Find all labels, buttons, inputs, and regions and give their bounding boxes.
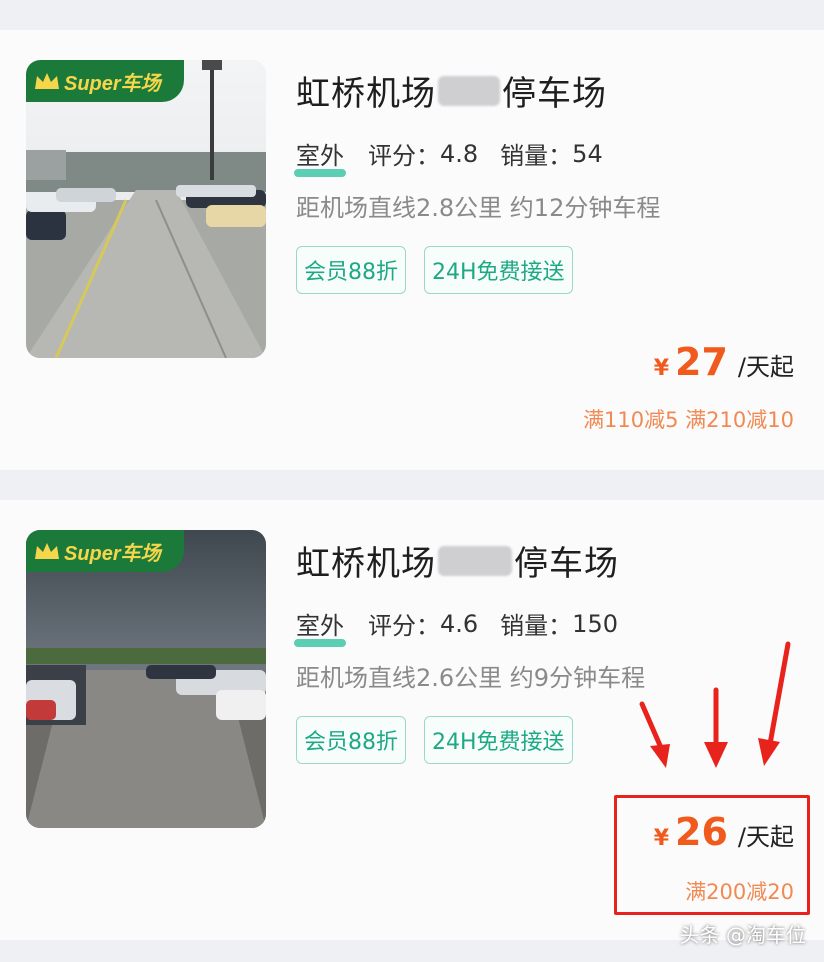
badge-label: Super车场 xyxy=(64,542,161,565)
tag-list: 会员88折 24H免费接送 xyxy=(296,246,573,294)
lot-type: 室外 xyxy=(294,606,346,647)
price-highlight-box xyxy=(614,795,810,915)
super-lot-badge: Super车场 xyxy=(26,60,184,102)
red-arrow-icon xyxy=(704,687,728,768)
listing-card-1[interactable]: Super车场 虹桥机场 停车场 室外 评分： 4.8 销量： 54 距机场直线… xyxy=(0,30,824,470)
discount-info: 满110减5 满210减10 xyxy=(583,408,794,432)
title-prefix: 虹桥机场 xyxy=(296,544,436,584)
price-value: 27 xyxy=(675,340,728,384)
distance-info: 距机场直线2.8公里 约12分钟车程 xyxy=(296,194,661,222)
rating-label: 评分： xyxy=(368,612,440,640)
redacted-name xyxy=(438,75,500,106)
member-discount-tag: 会员88折 xyxy=(296,246,406,294)
title-suffix: 停车场 xyxy=(514,544,619,584)
title-suffix: 停车场 xyxy=(502,74,607,114)
price-unit: /天起 xyxy=(737,353,794,381)
redacted-name xyxy=(438,545,512,576)
shuttle-tag: 24H免费接送 xyxy=(424,246,573,294)
listing-meta: 室外 评分： 4.8 销量： 54 xyxy=(294,136,603,177)
sales-label: 销量： xyxy=(500,142,573,170)
red-arrow-icon xyxy=(758,641,791,766)
rating-value: 4.6 xyxy=(440,609,479,638)
parking-lot-photo: Super车场 xyxy=(26,60,266,358)
title-prefix: 虹桥机场 xyxy=(296,74,436,114)
crown-icon xyxy=(35,73,59,89)
badge-label: Super车场 xyxy=(64,72,161,95)
sales-value: 54 xyxy=(572,139,603,168)
distance-info: 距机场直线2.6公里 约9分钟车程 xyxy=(296,664,646,692)
tag-list: 会员88折 24H免费接送 xyxy=(296,716,573,764)
parking-lot-photo: Super车场 xyxy=(26,530,266,828)
sales-value: 150 xyxy=(572,609,618,638)
watermark: 头条 @淘车位 xyxy=(679,923,806,947)
super-lot-badge: Super车场 xyxy=(26,530,184,572)
red-arrow-icon xyxy=(639,701,670,768)
currency-symbol: ¥ xyxy=(653,356,670,381)
listing-meta: 室外 评分： 4.6 销量： 150 xyxy=(294,606,618,647)
crown-icon xyxy=(35,543,59,559)
rating-label: 评分： xyxy=(368,142,440,170)
listing-title[interactable]: 虹桥机场 停车场 xyxy=(296,536,619,585)
shuttle-tag: 24H免费接送 xyxy=(424,716,573,764)
listing-title[interactable]: 虹桥机场 停车场 xyxy=(296,66,607,115)
member-discount-tag: 会员88折 xyxy=(296,716,406,764)
price: ¥ 27 /天起 xyxy=(654,340,794,384)
sales-label: 销量： xyxy=(500,612,573,640)
lot-type: 室外 xyxy=(294,136,346,177)
rating-value: 4.8 xyxy=(440,139,479,168)
